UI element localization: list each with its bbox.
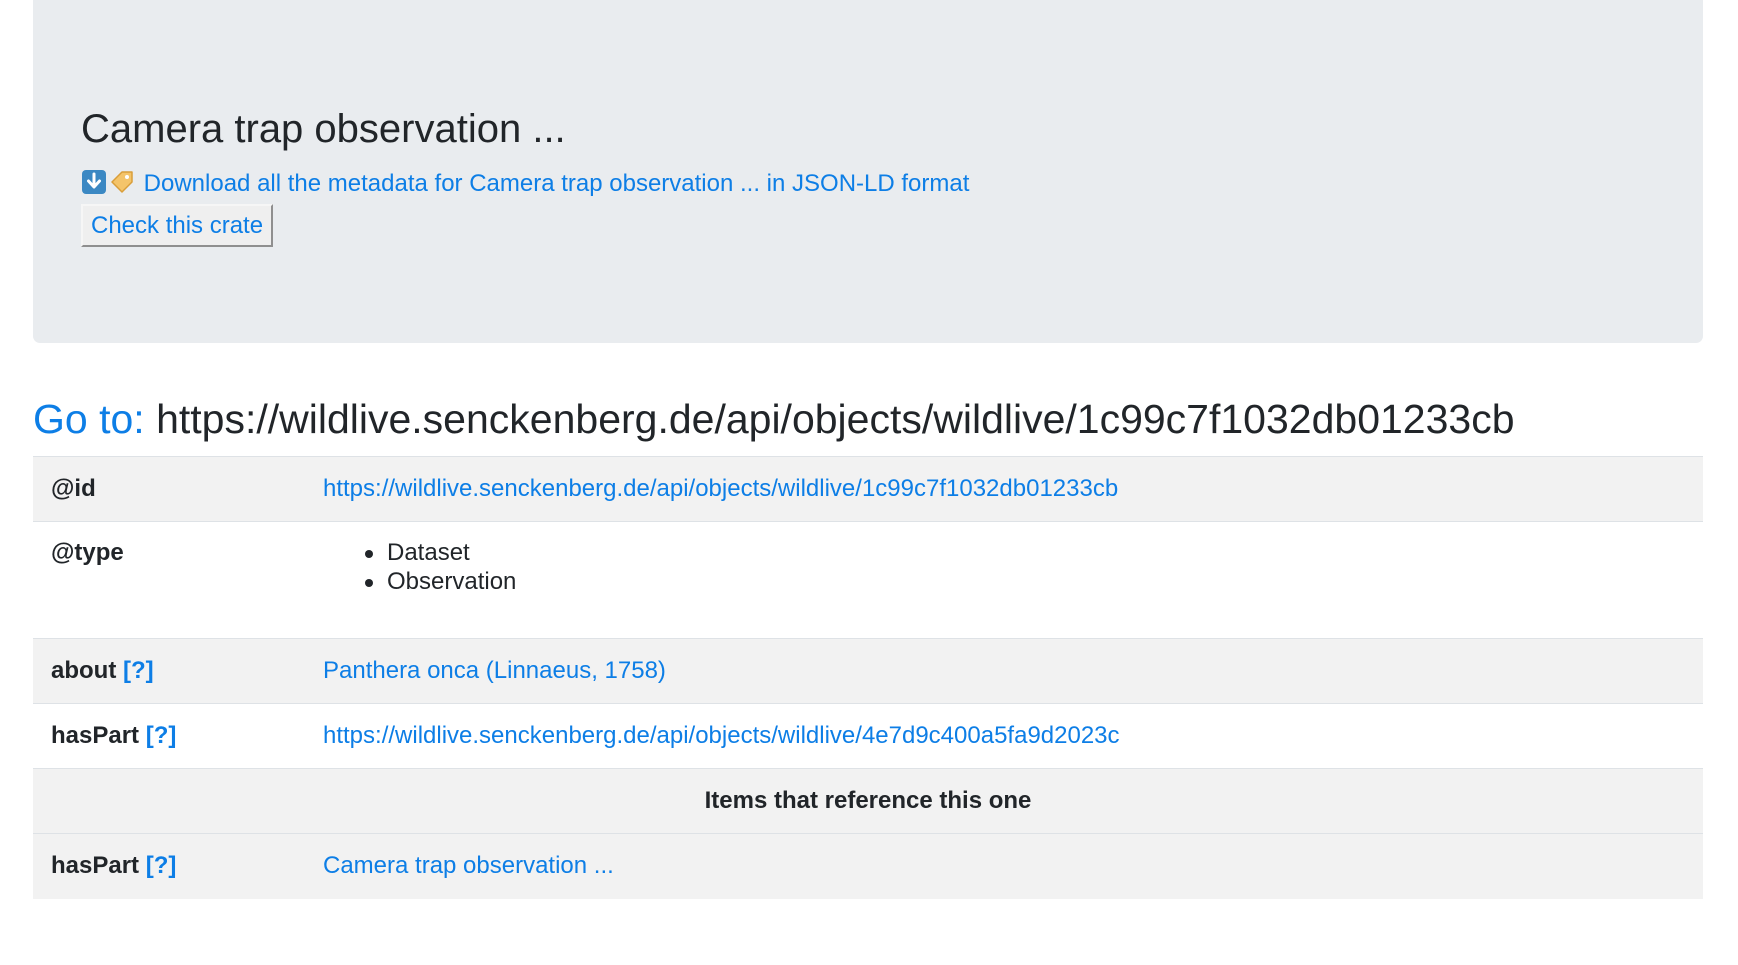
reverse-key-haspart: hasPart [?] bbox=[33, 834, 305, 899]
property-value-type: Dataset Observation bbox=[305, 522, 1703, 639]
id-link[interactable]: https://wildlive.senckenberg.de/api/obje… bbox=[323, 475, 1118, 502]
table-row-id: @id https://wildlive.senckenberg.de/api/… bbox=[33, 456, 1703, 522]
haspart-link[interactable]: https://wildlive.senckenberg.de/api/obje… bbox=[323, 722, 1120, 749]
reverse-haspart-label: hasPart bbox=[51, 852, 140, 879]
about-link[interactable]: Panthera onca (Linnaeus, 1758) bbox=[323, 657, 666, 684]
header-jumbotron: Camera trap observation ... Download all… bbox=[33, 0, 1703, 343]
property-key-about: about [?] bbox=[33, 639, 305, 704]
table-row-reverse-heading: Items that reference this one bbox=[33, 768, 1703, 834]
table-row-type: @type Dataset Observation bbox=[33, 521, 1703, 639]
table-row-about: about [?] Panthera onca (Linnaeus, 1758) bbox=[33, 638, 1703, 704]
reverse-haspart-link[interactable]: Camera trap observation ... bbox=[323, 852, 614, 879]
type-item-observation: Observation bbox=[365, 567, 1685, 596]
property-key-haspart: hasPart [?] bbox=[33, 704, 305, 769]
reverse-references-heading: Items that reference this one bbox=[704, 787, 1032, 814]
about-label: about bbox=[51, 657, 117, 684]
down-arrow-icon bbox=[82, 170, 106, 194]
property-value-haspart: https://wildlive.senckenberg.de/api/obje… bbox=[305, 704, 1703, 769]
reverse-haspart-help-link[interactable]: [?] bbox=[146, 852, 177, 879]
property-value-about: Panthera onca (Linnaeus, 1758) bbox=[305, 639, 1703, 704]
table-row-reverse-haspart: hasPart [?] Camera trap observation ... bbox=[33, 833, 1703, 899]
table-row-haspart: hasPart [?] https://wildlive.senckenberg… bbox=[33, 703, 1703, 769]
about-help-link[interactable]: [?] bbox=[123, 657, 154, 684]
check-crate-button[interactable]: Check this crate bbox=[81, 204, 274, 247]
goto-url: https://wildlive.senckenberg.de/api/obje… bbox=[156, 396, 1515, 442]
tag-icon bbox=[111, 171, 133, 193]
goto-heading: Go to: https://wildlive.senckenberg.de/a… bbox=[33, 391, 1515, 447]
properties-table: @id https://wildlive.senckenberg.de/api/… bbox=[33, 456, 1703, 899]
type-list: Dataset Observation bbox=[323, 538, 1685, 596]
property-value-id: https://wildlive.senckenberg.de/api/obje… bbox=[305, 457, 1703, 522]
page-title: Camera trap observation ... bbox=[81, 107, 566, 151]
download-metadata-link[interactable]: Download all the metadata for Camera tra… bbox=[144, 170, 970, 197]
haspart-help-link[interactable]: [?] bbox=[146, 722, 177, 749]
reverse-value-haspart: Camera trap observation ... bbox=[305, 834, 1703, 899]
goto-link[interactable]: Go to: bbox=[33, 396, 145, 442]
haspart-label: hasPart bbox=[51, 722, 140, 749]
property-key-id: @id bbox=[51, 475, 96, 502]
property-key-type: @type bbox=[51, 539, 124, 566]
download-metadata-line: Download all the metadata for Camera tra… bbox=[81, 168, 969, 200]
type-item-dataset: Dataset bbox=[365, 538, 1685, 567]
